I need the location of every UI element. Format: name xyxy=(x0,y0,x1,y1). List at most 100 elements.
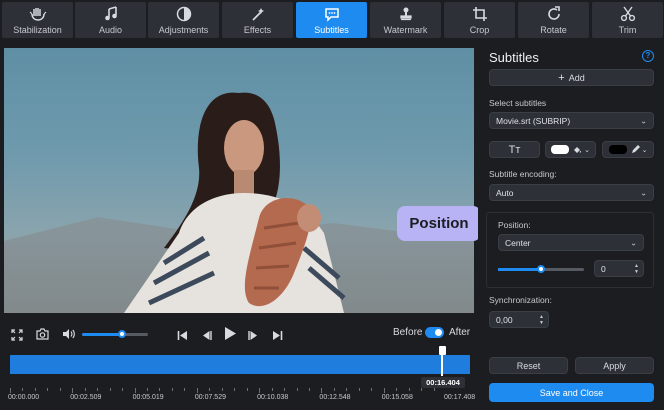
camera-icon[interactable] xyxy=(36,327,49,345)
timeline-tick xyxy=(346,388,348,391)
skip-end-icon[interactable] xyxy=(272,328,283,346)
timeline-tick xyxy=(383,388,385,393)
tab-label: Watermark xyxy=(383,25,428,35)
chevron-down-icon: ⌄ xyxy=(641,146,648,154)
tab-label: Effects xyxy=(243,25,272,35)
video-preview xyxy=(4,48,474,313)
tab-subtitles[interactable]: Subtitles xyxy=(296,2,367,38)
volume-knob[interactable] xyxy=(117,330,126,338)
timeline-tick-label: 00:15.058 xyxy=(381,394,413,401)
timeline-tick xyxy=(358,388,360,391)
tab-label: Subtitles xyxy=(314,25,349,35)
text-color-button[interactable]: ⌄ xyxy=(545,141,596,158)
tab-stabilization[interactable]: Stabilization xyxy=(2,2,73,38)
timeline-tick-label: 00:02.509 xyxy=(70,394,102,401)
rotate-icon xyxy=(546,5,562,23)
save-and-close-button[interactable]: Save and Close xyxy=(489,383,654,402)
chevron-down-icon: ⌄ xyxy=(630,238,637,247)
adjustments-icon xyxy=(176,5,192,23)
white-swatch xyxy=(551,145,570,154)
tab-label: Stabilization xyxy=(13,25,62,35)
timeline-tick xyxy=(134,388,136,393)
stabilization-icon xyxy=(29,5,47,23)
tab-label: Adjustments xyxy=(158,25,209,35)
timeline-ruler: 00:00.000 00:02.509 00:05.019 00:07.529 00:1… xyxy=(8,388,476,408)
position-slider[interactable] xyxy=(498,265,584,273)
timeline-tick xyxy=(97,388,99,391)
skip-start-icon[interactable] xyxy=(177,328,188,346)
font-icon: Tт xyxy=(508,143,521,156)
timeline-tick-label: 00:05.019 xyxy=(132,394,164,401)
chevron-down-icon: ⌄ xyxy=(640,188,647,197)
stamp-icon xyxy=(398,5,414,23)
timeline-tick xyxy=(296,388,298,391)
tab-watermark[interactable]: Watermark xyxy=(370,2,441,38)
select-subtitles-label: Select subtitles xyxy=(489,98,547,108)
timeline-tick xyxy=(234,388,236,391)
timeline-tick xyxy=(159,388,161,391)
encoding-value: Auto xyxy=(496,187,514,198)
music-note-icon xyxy=(104,5,118,23)
sync-input[interactable]: 0,00 ▲ ▼ xyxy=(489,311,549,328)
panel-title: Subtitles xyxy=(489,50,539,65)
apply-button[interactable]: Apply xyxy=(575,357,654,374)
magic-wand-icon xyxy=(250,5,266,23)
encoding-select[interactable]: Auto ⌄ xyxy=(489,184,654,201)
tab-label: Crop xyxy=(469,25,490,35)
outline-color-button[interactable]: ⌄ xyxy=(602,141,654,158)
stepper-arrows-icon[interactable]: ▲ ▼ xyxy=(539,314,544,326)
scissors-icon xyxy=(620,5,636,23)
frame-forward-icon[interactable] xyxy=(248,328,259,346)
chevron-down-icon: ⌄ xyxy=(584,146,590,154)
playhead-handle[interactable] xyxy=(438,346,446,355)
add-label: Add xyxy=(568,72,585,83)
position-tooltip: Position xyxy=(397,206,489,241)
position-number-input[interactable]: 0 ▲ ▼ xyxy=(594,260,644,277)
subtitles-select[interactable]: Movie.srt (SUBRIP) ⌄ xyxy=(489,112,654,129)
top-toolbar: Stabilization Audio Adjustments Effects … xyxy=(0,0,664,40)
timeline-tick-label: 00:17.408 xyxy=(444,394,476,401)
timeline-tick xyxy=(396,388,398,391)
timeline-tick xyxy=(308,388,310,391)
add-subtitle-button[interactable]: + Add xyxy=(489,69,654,86)
timeline-tick xyxy=(59,388,61,391)
encoding-label: Subtitle encoding: xyxy=(489,169,557,179)
timeline-tick xyxy=(271,388,273,391)
timeline-tick xyxy=(47,388,49,391)
current-time: 00:16.404 xyxy=(421,377,465,388)
timeline-tick xyxy=(333,388,335,391)
position-number: 0 xyxy=(601,263,606,274)
tab-effects[interactable]: Effects xyxy=(222,2,293,38)
position-slider-knob[interactable] xyxy=(537,265,545,273)
timeline-tick xyxy=(147,388,149,391)
timeline-tick xyxy=(10,388,11,393)
position-select[interactable]: Center ⌄ xyxy=(498,234,644,251)
volume-slider[interactable] xyxy=(82,330,148,338)
pencil-icon xyxy=(631,144,640,153)
font-button[interactable]: Tт xyxy=(489,141,540,158)
timeline-tick xyxy=(196,388,198,393)
speech-bubble-icon xyxy=(324,5,340,23)
chevron-down-icon: ⌄ xyxy=(640,116,647,125)
tab-crop[interactable]: Crop xyxy=(444,2,515,38)
volume-icon[interactable] xyxy=(62,327,75,345)
help-icon[interactable]: ? xyxy=(642,50,654,62)
tab-label: Trim xyxy=(618,25,637,35)
reset-button[interactable]: Reset xyxy=(489,357,568,374)
timeline-tick xyxy=(421,388,423,391)
timeline-tick xyxy=(246,388,248,391)
timeline-tick xyxy=(259,388,261,393)
frame-back-icon[interactable] xyxy=(201,328,212,346)
play-icon[interactable] xyxy=(224,326,237,346)
timeline-tick-label: 00:07.529 xyxy=(194,394,226,401)
timeline-track[interactable] xyxy=(10,355,470,374)
after-label: After xyxy=(449,327,471,338)
tab-trim[interactable]: Trim xyxy=(592,2,663,38)
tab-audio[interactable]: Audio xyxy=(75,2,146,38)
timeline-tick xyxy=(433,388,435,391)
fullscreen-icon[interactable] xyxy=(11,328,23,346)
stepper-arrows-icon[interactable]: ▲ ▼ xyxy=(634,263,639,275)
tab-rotate[interactable]: Rotate xyxy=(518,2,589,38)
tab-adjustments[interactable]: Adjustments xyxy=(148,2,219,38)
before-after-toggle[interactable] xyxy=(425,327,444,338)
